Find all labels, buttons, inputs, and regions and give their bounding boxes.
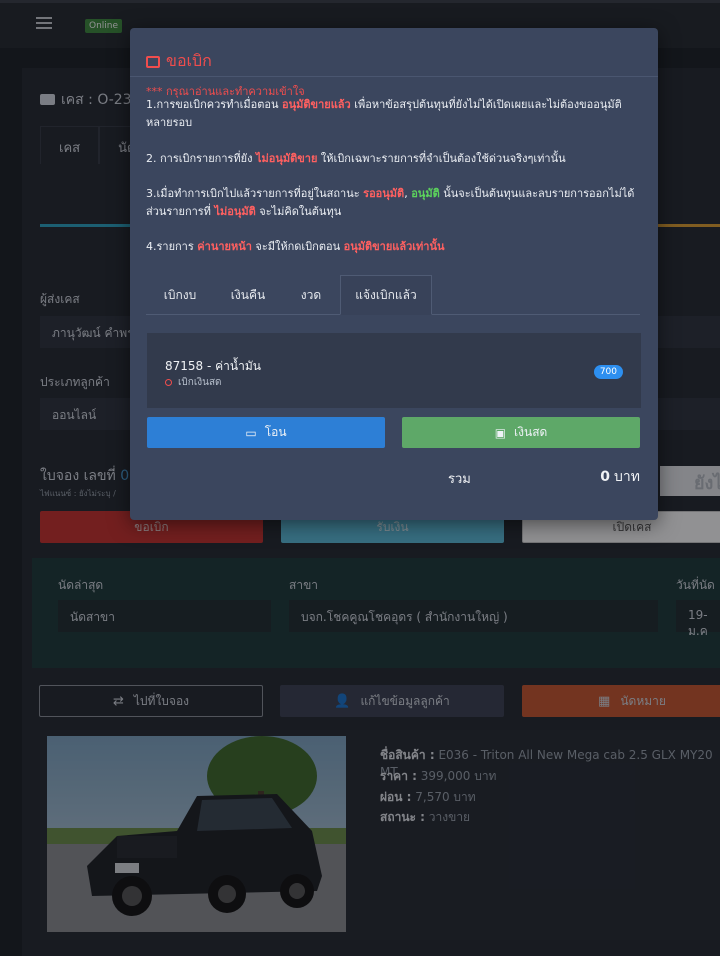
circle-icon (165, 379, 172, 386)
item-type: เบิกเงินสด (165, 375, 222, 390)
modal-divider (130, 76, 658, 77)
money-icon (146, 55, 160, 68)
amount-badge: 700 (593, 365, 623, 379)
modal-tabs: เบิกงบ เงินคืน งวด แจ้งเบิกแล้ว (146, 275, 640, 315)
withdraw-item[interactable]: 87158 - ค่าน้ำมัน เบิกเงินสด 700 (147, 333, 641, 408)
tab-installment[interactable]: งวด (282, 275, 340, 315)
withdraw-modal: ขอเบิก *** กรุณาอ่านและทำความเข้าใจ 1.กา… (130, 28, 658, 520)
tab-refund[interactable]: เงินคืน (214, 275, 282, 315)
modal-title: ขอเบิก (146, 49, 212, 74)
money-icon: ▣ (494, 425, 507, 440)
tab-budget[interactable]: เบิกงบ (146, 275, 214, 315)
rule-4: 4.รายการ ค่านายหน้า จะมีให้กดเบิกตอน อนุ… (146, 240, 445, 253)
total-label: รวม (448, 472, 471, 487)
rule-1: 1.การขอเบิกควรทำเมื่อตอน อนุมัติขายแล้ว … (146, 98, 622, 129)
cash-button[interactable]: ▣ เงินสด (402, 417, 640, 448)
total-value: 0 บาท (600, 469, 640, 485)
credit-card-icon: ▭ (245, 425, 257, 440)
tab-reported[interactable]: แจ้งเบิกแล้ว (340, 275, 432, 315)
transfer-button[interactable]: ▭ โอน (147, 417, 385, 448)
rule-3: 3.เมื่อทำการเบิกไปแล้วรายการที่อยู่ในสถา… (146, 187, 635, 218)
rule-2: 2. การเบิกรายการที่ยัง ไม่อนุมัติขาย ให้… (146, 152, 566, 165)
item-name: 87158 - ค่าน้ำมัน (165, 359, 261, 373)
